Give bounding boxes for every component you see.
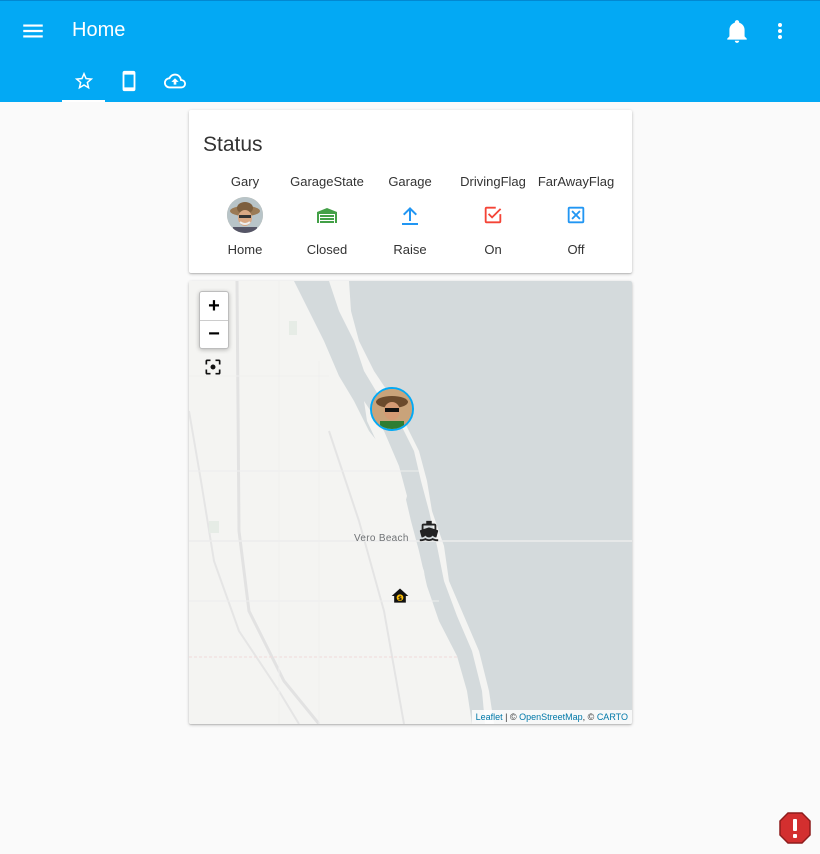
entity-drivingflag[interactable]: DrivingFlag On [453, 174, 533, 258]
map-tiles[interactable] [189, 281, 632, 724]
garage-icon [317, 208, 337, 223]
tab-favorites[interactable] [62, 59, 106, 103]
hamburger-menu-icon [23, 24, 43, 38]
leaflet-link[interactable]: Leaflet [476, 712, 503, 722]
fit-map-button[interactable] [203, 357, 223, 377]
attribution-separator: | © [502, 712, 520, 722]
svg-text:$: $ [398, 596, 402, 602]
openstreetmap-link[interactable]: OpenStreetMap [519, 712, 583, 722]
entity-garage[interactable]: Garage Raise [370, 174, 450, 258]
notifications-button[interactable] [724, 18, 750, 44]
page-title: Home [72, 19, 126, 41]
entity-state: On [484, 242, 502, 257]
alert-octagon-icon [779, 812, 811, 844]
ferry-icon [419, 520, 439, 542]
entity-state: Raise [393, 242, 427, 257]
menu-button[interactable] [20, 18, 46, 44]
close-box-outline-icon [567, 206, 585, 224]
entity-gary[interactable]: Gary Home [205, 174, 285, 258]
entity-garagestate[interactable]: GarageState Closed [287, 174, 367, 258]
avatar [227, 197, 263, 233]
map-card[interactable]: + − Vero Beach $ Leaflet | © OpenStreetM… [189, 281, 632, 724]
dots-vertical-icon [778, 23, 782, 39]
card-title: Status [203, 133, 263, 156]
tab-cloud[interactable] [153, 59, 197, 103]
bell-icon [727, 20, 747, 43]
map-attribution: Leaflet | © OpenStreetMap, © CARTO [471, 710, 632, 724]
entity-name: DrivingFlag [460, 174, 526, 189]
boat-location-marker[interactable] [418, 520, 440, 547]
entity-farawayflag[interactable]: FarAwayFlag Off [536, 174, 616, 258]
entity-state: Home [227, 242, 263, 257]
zoom-in-button[interactable]: + [200, 292, 228, 321]
image-filter-center-focus-icon [205, 359, 221, 375]
more-options-button[interactable] [768, 18, 792, 44]
status-card: Status Gary Home GarageState Closed Gara… [189, 110, 632, 273]
city-label: Vero Beach [354, 533, 409, 544]
home-currency-icon: $ [391, 588, 409, 603]
entity-state: Closed [306, 242, 348, 257]
app-header: Home [0, 0, 820, 102]
zoom-control: + − [199, 291, 229, 349]
avatar [372, 389, 412, 429]
person-location-marker[interactable] [370, 387, 414, 431]
carto-link[interactable]: CARTO [597, 712, 628, 722]
zoom-out-button[interactable]: − [200, 320, 228, 348]
attribution-separator: , © [582, 712, 597, 722]
arrow-collapse-up-icon [402, 207, 418, 225]
entity-name: Garage [388, 174, 432, 189]
checkbox-marked-icon [484, 206, 502, 224]
cellphone-icon [122, 70, 136, 92]
entity-name: Gary [230, 174, 260, 189]
entity-name: FarAwayFlag [537, 174, 615, 189]
home-zone-marker[interactable]: $ [390, 586, 410, 611]
entity-name: GarageState [290, 174, 364, 189]
star-outline-icon [74, 71, 94, 90]
tab-devices[interactable] [107, 59, 151, 103]
error-alert-button[interactable] [778, 811, 812, 845]
cloud-upload-icon [164, 73, 186, 89]
entity-state: Off [567, 242, 585, 257]
